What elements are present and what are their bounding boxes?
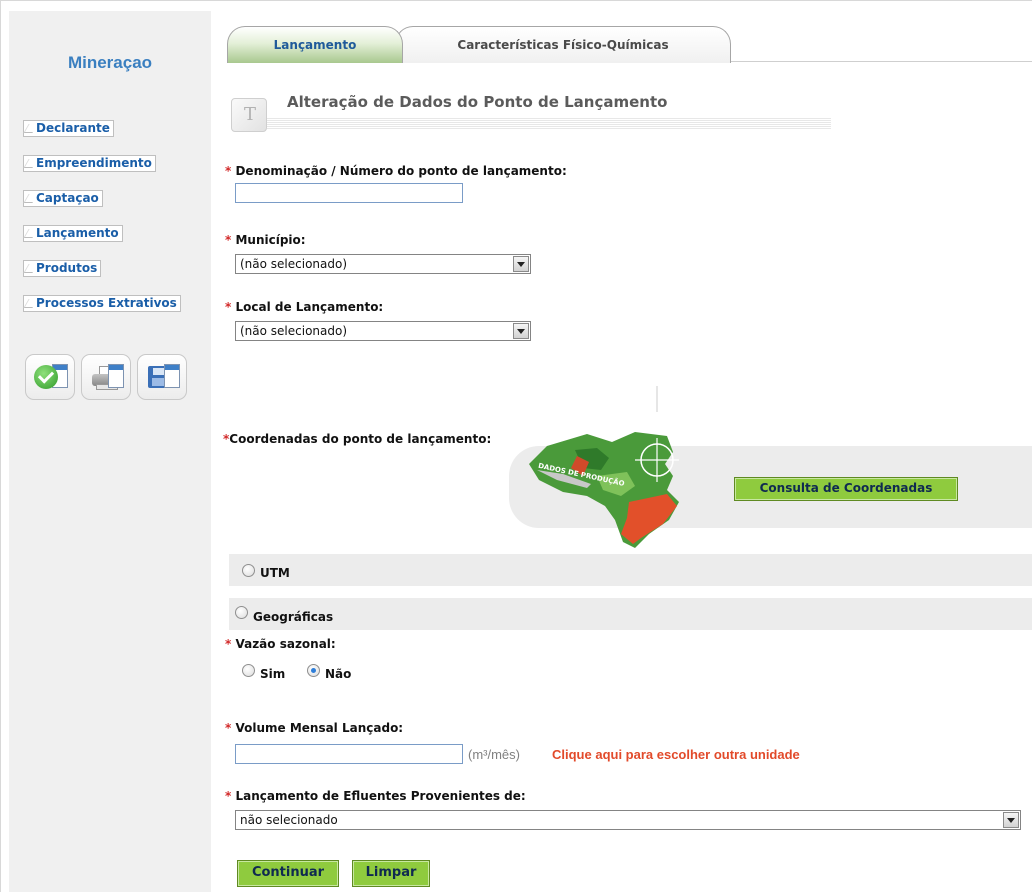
sidebar-item-processos-extrativos[interactable]: Processos Extrativos xyxy=(23,295,181,312)
sidebar-item-captacao[interactable]: Captaçao xyxy=(23,190,103,207)
utm-label: UTM xyxy=(260,566,290,580)
sidebar-item-empreendimento[interactable]: Empreendimento xyxy=(23,155,156,172)
continuar-button[interactable]: Continuar xyxy=(237,860,339,887)
sidebar-item-label: Lançamento xyxy=(36,226,119,240)
required-mark: * xyxy=(225,164,232,178)
sidebar-item-label: Captaçao xyxy=(36,191,99,205)
vazao-nao-radio[interactable] xyxy=(307,664,320,677)
vazao-sim-label: Sim xyxy=(260,667,286,681)
required-mark: * xyxy=(225,233,232,247)
print-button[interactable] xyxy=(81,354,131,400)
vazao-sazonal-label: * Vazão sazonal: xyxy=(225,637,336,651)
tab-caracteristicas-fisico-quimicas[interactable]: Características Físico-Químicas xyxy=(395,26,731,63)
validate-button[interactable] xyxy=(25,354,75,400)
utm-option-bar xyxy=(229,554,1032,586)
vazao-nao-label: Não xyxy=(325,667,352,681)
coordenadas-label: *Coordenadas do ponto de lançamento: xyxy=(223,432,492,446)
required-mark: * xyxy=(225,637,232,651)
sidebar-nav: Declarante Empreendimento Captaçao Lança… xyxy=(23,117,181,327)
vazao-sim-radio[interactable] xyxy=(242,664,255,677)
volume-mensal-label: * Volume Mensal Lançado: xyxy=(225,721,404,735)
geograficas-label: Geográficas xyxy=(253,610,334,624)
toolbar xyxy=(25,354,193,404)
sidebar: Mineraçao Declarante Empreendimento Capt… xyxy=(9,11,211,892)
geograficas-option-bar xyxy=(229,598,1032,630)
check-icon xyxy=(34,365,58,389)
required-mark: * xyxy=(225,300,232,314)
efluentes-select[interactable]: não selecionado xyxy=(235,810,1021,830)
consulta-coordenadas-button[interactable]: Consulta de Coordenadas xyxy=(734,477,958,501)
save-button[interactable] xyxy=(137,354,187,400)
sidebar-item-produtos[interactable]: Produtos xyxy=(23,260,102,277)
utm-radio[interactable] xyxy=(242,564,255,577)
sidebar-item-label: Declarante xyxy=(36,121,110,135)
chevron-down-icon xyxy=(1003,812,1019,828)
denominacao-label: * Denominação / Número do ponto de lança… xyxy=(225,164,567,178)
volume-mensal-input[interactable] xyxy=(235,744,463,764)
text-document-icon: T xyxy=(231,98,267,132)
denominacao-input[interactable] xyxy=(235,183,463,203)
chevron-down-icon xyxy=(513,256,529,272)
window-icon xyxy=(108,364,124,388)
volume-unit: (m³/mês) xyxy=(468,747,520,762)
limpar-button[interactable]: Limpar xyxy=(352,860,430,887)
chevron-down-icon xyxy=(513,323,529,339)
required-mark: * xyxy=(225,789,232,803)
municipio-label: * Município: xyxy=(225,233,306,247)
sidebar-item-label: Processos Extrativos xyxy=(36,296,177,310)
tab-lancamento[interactable]: Lançamento xyxy=(227,26,403,63)
page-title: Alteração de Dados do Ponto de Lançament… xyxy=(287,93,668,111)
tab-bar: Lançamento Características Físico-Químic… xyxy=(227,26,733,63)
efluentes-label: * Lançamento de Efluentes Provenientes d… xyxy=(225,789,526,803)
local-lancamento-label: * Local de Lançamento: xyxy=(225,300,384,314)
required-mark: * xyxy=(225,721,232,735)
sidebar-title: Mineraçao xyxy=(67,53,153,72)
geograficas-radio[interactable] xyxy=(235,606,248,619)
sidebar-item-label: Produtos xyxy=(36,261,98,275)
map-illustration: DADOS DE PRODUÇÃO xyxy=(529,386,679,548)
sidebar-item-label: Empreendimento xyxy=(36,156,152,170)
change-unit-link[interactable]: Clique aqui para escolher outra unidade xyxy=(552,747,800,762)
window-icon xyxy=(164,364,180,388)
local-lancamento-select[interactable]: (não selecionado) xyxy=(235,321,531,341)
header-decoration xyxy=(267,117,831,129)
sidebar-item-declarante[interactable]: Declarante xyxy=(23,120,114,137)
municipio-select[interactable]: (não selecionado) xyxy=(235,254,531,274)
sidebar-item-lancamento[interactable]: Lançamento xyxy=(23,225,123,242)
